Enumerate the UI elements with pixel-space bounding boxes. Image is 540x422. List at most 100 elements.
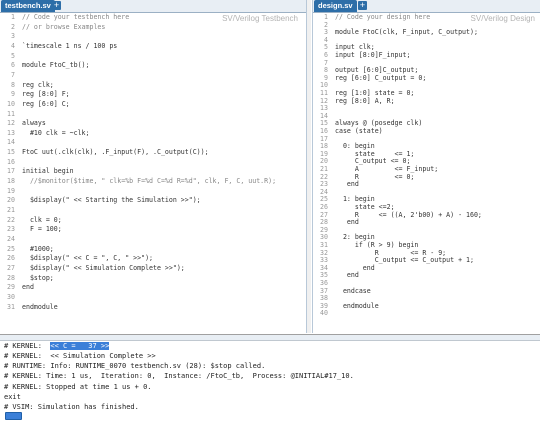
code-line[interactable]: 27 $display(" << Simulation Complete >>"… xyxy=(0,264,306,273)
tab-testbench[interactable]: testbench.sv xyxy=(1,0,55,12)
code-text: always xyxy=(22,119,46,128)
code-line[interactable]: 21 xyxy=(0,206,306,215)
code-line[interactable]: 5 xyxy=(0,52,306,61)
code-text: end xyxy=(22,283,34,292)
design-code[interactable]: 1// Code your design here 2 3 module FtoC(c… xyxy=(313,12,540,333)
console-line: # KERNEL: << C = 37 >> xyxy=(4,341,110,351)
console-line: # KERNEL: << Simulation Complete >> xyxy=(4,352,156,360)
console-input-cursor[interactable] xyxy=(5,412,22,420)
code-text: $display(" << C = ", C, " >>"); xyxy=(22,254,154,263)
add-file-icon[interactable]: + xyxy=(358,1,367,10)
code-line[interactable]: 3 xyxy=(0,32,306,41)
code-text: //$monitor($time, " clk=%b F=%d C=%d R=%… xyxy=(22,177,277,186)
code-text: reg [6:0] C; xyxy=(22,99,70,108)
code-line[interactable]: 31 endmodule xyxy=(0,303,306,312)
code-line[interactable]: 12 always xyxy=(0,119,306,128)
code-line[interactable]: 26 $display(" << C = ", C, " >>"); xyxy=(0,254,306,263)
line-number: 8 xyxy=(11,80,15,89)
line-number: 15 xyxy=(7,148,15,157)
line-number: 17 xyxy=(7,167,15,176)
line-number: 29 xyxy=(7,283,15,292)
code-text: #10 clk = ~clk; xyxy=(22,128,90,137)
code-text: // Code your testbench here xyxy=(22,13,130,21)
console-line: # RUNTIME: Info: RUNTIME_0070 testbench.… xyxy=(4,362,266,371)
line-number: 5 xyxy=(11,51,15,60)
code-line[interactable]: 25 #1000; xyxy=(0,245,306,254)
line-number: 18 xyxy=(7,177,15,186)
code-line[interactable]: 6 module FtoC_tb(); xyxy=(0,61,306,70)
code-line[interactable]: 23 F = 100; xyxy=(0,225,306,234)
code-line[interactable]: 10 reg [6:0] C; xyxy=(0,100,306,109)
code-text: initial begin xyxy=(22,167,74,176)
line-number: 25 xyxy=(7,244,15,253)
code-line[interactable]: 7 xyxy=(0,71,306,80)
line-number: 12 xyxy=(7,119,15,128)
console-line: exit xyxy=(4,392,21,401)
line-number: 13 xyxy=(7,128,15,137)
code-line[interactable]: 4 `timescale 1 ns / 100 ps xyxy=(0,42,306,51)
code-text: $display(" << Starting the Simulation >>… xyxy=(22,196,201,205)
console-line: # VSIM: Simulation has finished. xyxy=(4,403,139,411)
code-line[interactable]: 40 xyxy=(313,309,540,318)
pane-splitter[interactable] xyxy=(307,0,311,333)
code-line[interactable]: 28 $stop; xyxy=(0,274,306,283)
code-text: clk = 0; xyxy=(22,215,62,224)
line-number: 3 xyxy=(11,32,15,41)
code-text: FtoC uut(.clk(clk), .F_input(F), .C_outp… xyxy=(22,148,209,157)
testbench-editor[interactable]: testbench.sv + SV/Verilog Testbench 1// … xyxy=(0,0,307,333)
line-number: 2 xyxy=(11,22,15,31)
code-text: $stop; xyxy=(22,273,54,282)
console-line: # KERNEL: Stopped at time 1 us + 0. xyxy=(4,382,152,391)
code-text: endmodule xyxy=(22,302,58,311)
line-number: 9 xyxy=(11,90,15,99)
line-number: 31 xyxy=(7,302,15,311)
line-number: 24 xyxy=(7,234,15,243)
line-number: 22 xyxy=(7,215,15,224)
line-number: 4 xyxy=(11,41,15,50)
code-line[interactable]: 19 xyxy=(0,187,306,196)
line-number: 20 xyxy=(7,196,15,205)
line-number: 23 xyxy=(7,225,15,234)
line-number: 30 xyxy=(7,292,15,301)
testbench-code[interactable]: 1 // Code your testbench here 2 // or brows… xyxy=(0,12,306,333)
code-text: module FtoC_tb(); xyxy=(22,61,90,70)
code-text: reg clk; xyxy=(22,80,54,89)
code-line[interactable]: 2 // or browse Examples xyxy=(0,23,306,32)
code-line[interactable]: 18 //$monitor($time, " clk=%b F=%d C=%d … xyxy=(0,177,306,186)
code-line[interactable]: 15 FtoC uut(.clk(clk), .F_input(F), .C_ou… xyxy=(0,148,306,157)
line-number: 1 xyxy=(11,13,15,21)
code-line[interactable]: 22 clk = 0; xyxy=(0,216,306,225)
code-text: #1000; xyxy=(22,244,54,253)
code-line[interactable]: 29 end xyxy=(0,283,306,292)
code-text: $display(" << Simulation Complete >>"); xyxy=(22,263,185,272)
code-line[interactable]: 8 reg clk; xyxy=(0,81,306,90)
line-number: 26 xyxy=(7,254,15,263)
code-text: F = 100; xyxy=(22,225,62,234)
code-line[interactable]: 17 initial begin xyxy=(0,167,306,176)
code-line[interactable]: 14 xyxy=(0,138,306,147)
line-number: 16 xyxy=(7,157,15,166)
code-line[interactable]: 13 #10 clk = ~clk; xyxy=(0,129,306,138)
console-output[interactable]: # KERNEL: << C = 37 >> # KERNEL: << Simu… xyxy=(0,334,540,422)
design-editor[interactable]: design.sv + SV/Verilog Design 1// Code y… xyxy=(312,0,540,333)
code-line[interactable]: 20 $display(" << Starting the Simulation… xyxy=(0,196,306,205)
code-line[interactable]: 11 xyxy=(0,110,306,119)
code-text: reg [8:0] F; xyxy=(22,90,70,99)
line-number: 10 xyxy=(7,99,15,108)
code-line[interactable]: 16 xyxy=(0,158,306,167)
code-line[interactable]: 9 reg [8:0] F; xyxy=(0,90,306,99)
code-line[interactable]: 1 // Code your testbench here xyxy=(0,13,306,22)
line-number: 7 xyxy=(11,70,15,79)
console-line: # KERNEL: Time: 1 us, Iteration: 0, Inst… xyxy=(4,372,354,381)
line-number: 40 xyxy=(320,309,328,318)
code-line[interactable]: 30 xyxy=(0,293,306,302)
code-text: `timescale 1 ns / 100 ps xyxy=(22,41,118,50)
line-number: 14 xyxy=(7,138,15,147)
line-number: 6 xyxy=(11,61,15,70)
line-number: 11 xyxy=(7,109,15,118)
tab-design[interactable]: design.sv xyxy=(314,0,357,12)
add-file-icon[interactable]: + xyxy=(52,1,61,10)
line-number: 27 xyxy=(7,263,15,272)
console-selected-text: << C = 37 >> xyxy=(50,342,110,350)
code-line[interactable]: 24 xyxy=(0,235,306,244)
